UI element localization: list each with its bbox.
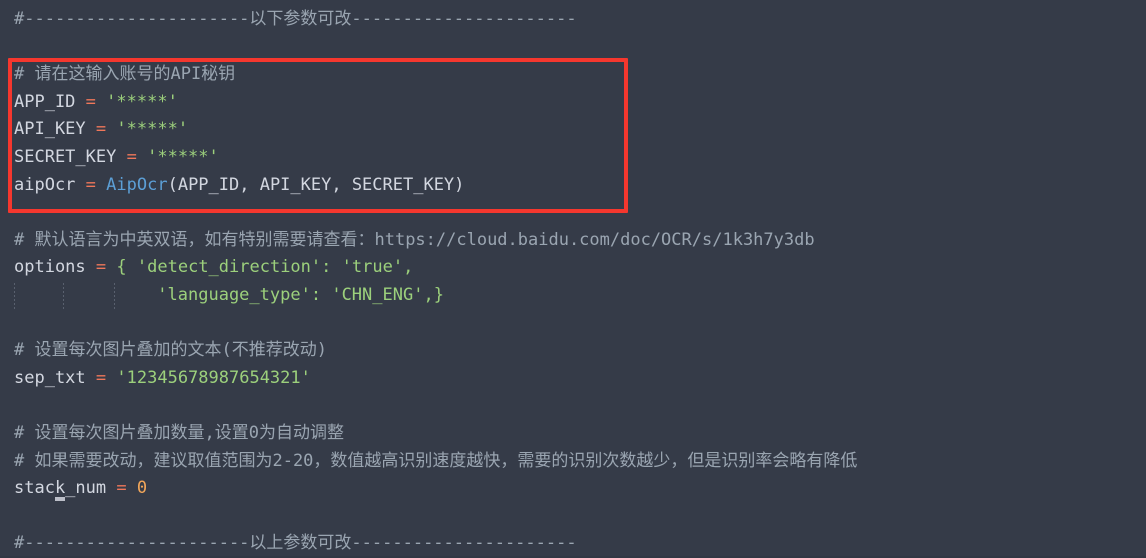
variable-sep-txt: sep_txt: [14, 367, 86, 388]
function-call-aipocr: AipOcr: [106, 174, 168, 195]
comment-stack-num-2: # 如果需要改动，建议取值范围为2-20，数值越高识别速度越快，需要的识别次数越…: [14, 450, 858, 471]
code-editor-pane[interactable]: #----------------------以下参数可改-----------…: [0, 0, 1146, 556]
code-line-separator-top[interactable]: #----------------------以下参数可改-----------…: [0, 6, 1146, 34]
brace-open: {: [116, 257, 127, 278]
option-value-detect-direction[interactable]: 'true': [342, 257, 403, 277]
variable-secret-key: SECRET_KEY: [14, 146, 117, 167]
value-secret-key[interactable]: '*****': [147, 147, 219, 167]
variable-aipocr: aipOcr: [14, 174, 76, 195]
option-comma-1: ,: [403, 257, 414, 278]
code-line-comment-sep-txt[interactable]: # 设置每次图片叠加的文本(不推荐改动): [0, 337, 1146, 365]
code-line-app-id[interactable]: APP_ID = '*****': [0, 89, 1146, 117]
separator-top-dashes-left: ----------------------: [24, 9, 250, 29]
separator-bottom-hash: #: [14, 533, 25, 554]
option-colon-1: :: [321, 257, 332, 278]
code-line-blank-4[interactable]: [0, 392, 1146, 420]
comment-api-key: # 请在这输入账号的API秘钥: [14, 64, 236, 85]
code-line-comment-stack-num-2[interactable]: # 如果需要改动，建议取值范围为2-20，数值越高识别速度越快，需要的识别次数越…: [0, 448, 1146, 476]
code-line-blank-2[interactable]: [0, 199, 1146, 227]
code-line-sep-txt[interactable]: sep_txt = '12345678987654321': [0, 365, 1146, 393]
separator-top-hash: #: [14, 9, 25, 29]
comment-sep-txt: # 设置每次图片叠加的文本(不推荐改动): [14, 340, 327, 361]
code-line-secret-key[interactable]: SECRET_KEY = '*****': [0, 144, 1146, 172]
code-line-options-language-type[interactable]: 'language_type': 'CHN_ENG',}: [0, 282, 1146, 310]
option-colon-2: :: [310, 284, 322, 305]
variable-stack-num: stack_num: [14, 478, 107, 499]
separator-bottom-dashes-left: ----------------------: [24, 533, 250, 554]
doc-url-link[interactable]: https://cloud.baidu.com/doc/OCR/s/1k3h7y…: [374, 230, 814, 250]
function-args-aipocr: (APP_ID, API_KEY, SECRET_KEY): [167, 174, 465, 195]
separator-bottom-title: 以上参数可改: [249, 533, 352, 554]
value-app-id[interactable]: '*****': [106, 92, 178, 112]
code-line-aipocr-init[interactable]: aipOcr = AipOcr(APP_ID, API_KEY, SECRET_…: [0, 172, 1146, 200]
assign-operator-options: =: [95, 257, 107, 278]
variable-app-id: APP_ID: [14, 91, 76, 112]
variable-api-key: API_KEY: [14, 119, 86, 140]
code-line-comment-api-key[interactable]: # 请在这输入账号的API秘钥: [0, 61, 1146, 89]
separator-bottom-dashes-right: ----------------------: [351, 533, 577, 554]
comment-language: # 默认语言为中英双语，如有特别需要请查看：: [14, 229, 375, 250]
assign-operator-sep-txt: =: [95, 367, 107, 388]
comment-stack-num-1: # 设置每次图片叠加数量,设置0为自动调整: [14, 422, 344, 443]
assign-operator-aipocr: =: [85, 174, 96, 195]
code-line-stack-num[interactable]: stack_num = 0: [0, 475, 1146, 503]
assign-operator-api-key: =: [95, 119, 107, 140]
separator-top-dashes-right: ----------------------: [351, 9, 577, 29]
option-key-detect-direction: 'detect_direction': [136, 257, 322, 278]
value-api-key[interactable]: '*****': [116, 119, 188, 139]
separator-top-title: 以下参数可改: [249, 9, 352, 29]
code-line-comment-stack-num-1[interactable]: # 设置每次图片叠加数量,设置0为自动调整: [0, 420, 1146, 448]
value-sep-txt[interactable]: '12345678987654321': [116, 368, 310, 388]
code-line-comment-language[interactable]: # 默认语言为中英双语，如有特别需要请查看：https://cloud.baid…: [0, 227, 1146, 255]
code-line-blank-1[interactable]: [0, 34, 1146, 62]
code-line-blank-5[interactable]: [0, 503, 1146, 531]
code-line-options[interactable]: options = { 'detect_direction': 'true',: [0, 254, 1146, 282]
text-caret: [55, 497, 65, 501]
assign-operator-app-id: =: [85, 91, 96, 112]
option-tail-brace: ,}: [423, 284, 444, 305]
code-line-api-key[interactable]: API_KEY = '*****': [0, 116, 1146, 144]
assign-operator-stack-num: =: [116, 478, 127, 499]
code-line-blank-3[interactable]: [0, 310, 1146, 338]
value-stack-num[interactable]: 0: [137, 478, 147, 498]
code-line-separator-bottom[interactable]: #----------------------以上参数可改-----------…: [0, 530, 1146, 558]
option-key-language-type: 'language_type': [157, 284, 311, 305]
variable-options: options: [14, 257, 86, 278]
option-value-language-type[interactable]: 'CHN_ENG': [331, 285, 423, 305]
assign-operator-secret-key: =: [126, 146, 137, 167]
